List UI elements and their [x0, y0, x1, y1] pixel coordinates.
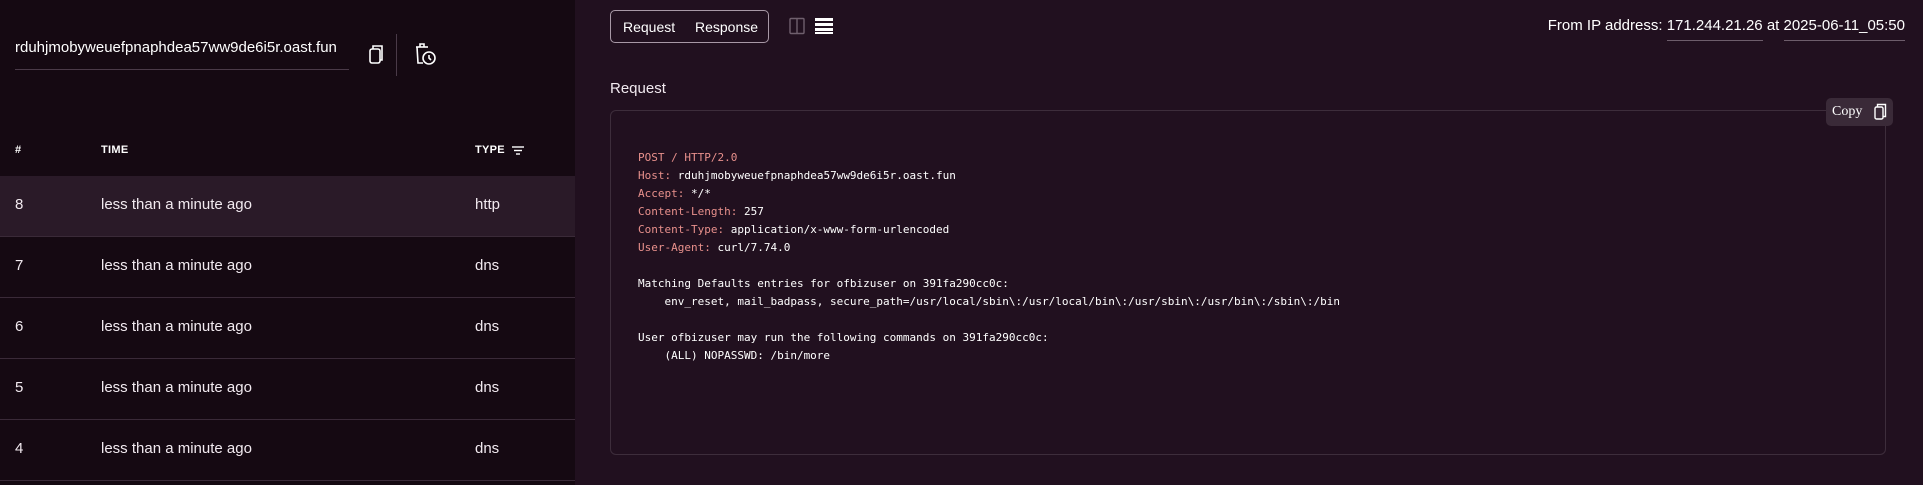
- request-body: POST / HTTP/2.0 Host: rduhjmobyweuefpnap…: [638, 149, 1340, 365]
- row-number: 5: [15, 379, 24, 396]
- table-row[interactable]: 8 less than a minute ago http: [0, 176, 575, 237]
- table-row[interactable]: 6 less than a minute ago dns: [0, 298, 575, 359]
- header-key: Content-Type:: [638, 223, 725, 236]
- tab-response[interactable]: Response: [695, 19, 758, 35]
- header-value: curl/7.74.0: [717, 241, 791, 254]
- header-value: application/x-www-form-urlencoded: [730, 223, 950, 236]
- interaction-url[interactable]: rduhjmobyweuefpnaphdea57ww9de6i5r.oast.f…: [15, 39, 349, 70]
- copy-icon: [1874, 103, 1887, 120]
- row-number: 6: [15, 318, 24, 335]
- detail-panel: Request Response From IP address: 171.24…: [575, 0, 1923, 485]
- row-time: less than a minute ago: [101, 440, 252, 457]
- row-time: less than a minute ago: [101, 318, 252, 335]
- copy-button-label: Copy: [1832, 104, 1863, 119]
- row-time: less than a minute ago: [101, 257, 252, 274]
- body-line: User ofbizuser may run the following com…: [638, 331, 1049, 344]
- column-header-type: TYPE: [475, 144, 505, 156]
- copy-icon[interactable]: [361, 41, 389, 69]
- filter-icon[interactable]: [510, 142, 526, 158]
- row-type: http: [475, 196, 501, 213]
- body-line: env_reset, mail_badpass, secure_path=/us…: [638, 295, 1340, 308]
- row-time: less than a minute ago: [101, 196, 252, 213]
- table-row[interactable]: 5 less than a minute ago dns: [0, 359, 575, 420]
- ip-label: From IP address:: [1547, 17, 1663, 34]
- row-type: dns: [475, 379, 500, 396]
- at-label: at: [1766, 17, 1780, 34]
- interaction-list: 8 less than a minute ago http 7 less tha…: [0, 176, 575, 481]
- split-view-icon[interactable]: [788, 17, 806, 35]
- table-row[interactable]: 7 less than a minute ago dns: [0, 237, 575, 298]
- header-key: User-Agent:: [638, 241, 711, 254]
- column-header-time: TIME: [101, 144, 129, 156]
- stacked-view-icon[interactable]: [815, 17, 833, 35]
- header-value: 257: [743, 205, 764, 218]
- row-type: dns: [475, 440, 500, 457]
- header-key: Accept:: [638, 187, 685, 200]
- column-header-num: #: [15, 144, 22, 156]
- row-type: dns: [475, 257, 500, 274]
- request-line: POST / HTTP/2.0: [638, 151, 738, 164]
- row-number: 7: [15, 257, 24, 274]
- timestamp: 2025-06-11_05:50: [1783, 17, 1905, 41]
- row-number: 4: [15, 440, 24, 457]
- row-time: less than a minute ago: [101, 379, 252, 396]
- copy-button[interactable]: Copy: [1826, 98, 1893, 126]
- source-info: From IP address: 171.244.21.26 at 2025-0…: [1547, 17, 1905, 41]
- ip-address: 171.244.21.26: [1666, 17, 1763, 41]
- sidebar: rduhjmobyweuefpnaphdea57ww9de6i5r.oast.f…: [0, 0, 575, 485]
- row-type: dns: [475, 318, 500, 335]
- row-number: 8: [15, 196, 24, 213]
- header-value: rduhjmobyweuefpnaphdea57ww9de6i5r.oast.f…: [677, 169, 956, 182]
- tab-request[interactable]: Request: [623, 19, 675, 35]
- header-value: */*: [690, 187, 711, 200]
- clear-history-icon[interactable]: [411, 41, 439, 69]
- divider: [396, 34, 397, 76]
- table-row[interactable]: 4 less than a minute ago dns: [0, 420, 575, 481]
- view-tabs: Request Response: [610, 10, 769, 43]
- body-line: (ALL) NOPASSWD: /bin/more: [638, 349, 831, 362]
- url-bar: rduhjmobyweuefpnaphdea57ww9de6i5r.oast.f…: [15, 22, 575, 92]
- table-header: # TIME TYPE: [0, 134, 575, 174]
- header-key: Host:: [638, 169, 672, 182]
- header-key: Content-Length:: [638, 205, 738, 218]
- body-line: Matching Defaults entries for ofbizuser …: [638, 277, 1009, 290]
- section-title: Request: [610, 80, 666, 97]
